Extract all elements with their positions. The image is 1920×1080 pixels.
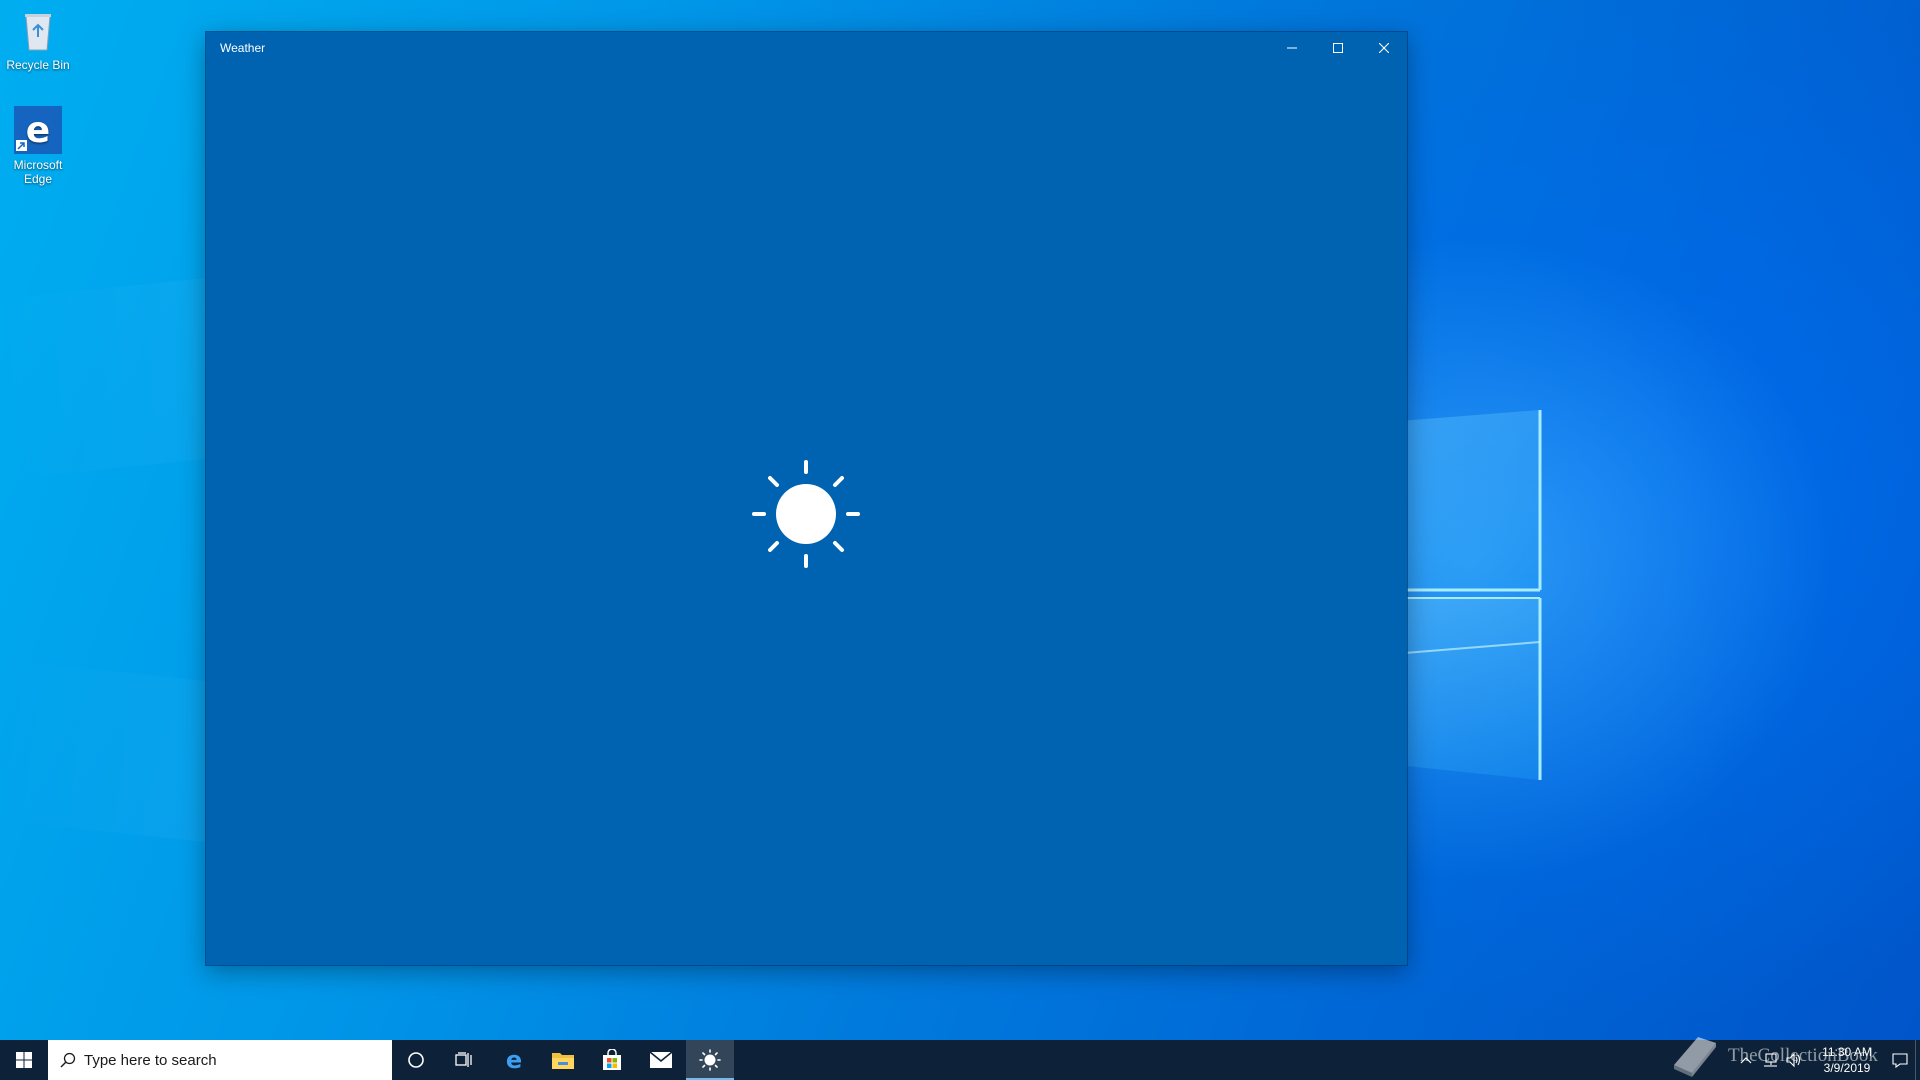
desktop-icon-recycle-bin[interactable]: Recycle Bin bbox=[0, 6, 76, 72]
task-view-icon bbox=[455, 1052, 472, 1067]
sun-icon bbox=[699, 1049, 721, 1071]
taskbar-task-view-button[interactable] bbox=[440, 1040, 488, 1080]
taskbar-store-button[interactable] bbox=[588, 1040, 636, 1080]
search-icon bbox=[60, 1052, 76, 1068]
desktop-icon-label: Microsoft Edge bbox=[13, 158, 63, 186]
desktop-icon-microsoft-edge[interactable]: e Microsoft Edge bbox=[0, 106, 76, 186]
recycle-bin-icon bbox=[14, 6, 62, 54]
taskbar-edge-button[interactable]: e bbox=[490, 1040, 538, 1080]
folder-icon bbox=[552, 1053, 574, 1069]
svg-text:e: e bbox=[506, 1048, 522, 1072]
search-box[interactable] bbox=[48, 1040, 392, 1080]
edge-icon: e bbox=[14, 106, 62, 154]
cortana-circle-icon bbox=[408, 1052, 424, 1068]
start-button[interactable] bbox=[0, 1040, 48, 1080]
close-icon bbox=[1379, 43, 1389, 53]
windows-start-icon bbox=[16, 1052, 32, 1068]
title-bar[interactable]: Weather bbox=[206, 32, 1407, 64]
taskbar: e bbox=[0, 1040, 1920, 1080]
close-button[interactable] bbox=[1361, 32, 1407, 64]
minimize-button[interactable] bbox=[1269, 32, 1315, 64]
book-icon bbox=[1674, 1037, 1716, 1077]
minimize-icon bbox=[1287, 47, 1297, 49]
taskbar-weather-button[interactable] bbox=[686, 1040, 734, 1080]
edge-icon: e bbox=[506, 1048, 522, 1072]
window-title: Weather bbox=[220, 41, 266, 55]
weather-app-window[interactable]: Weather bbox=[206, 32, 1407, 965]
sun-icon bbox=[752, 460, 860, 568]
taskbar-cortana-button[interactable] bbox=[392, 1040, 440, 1080]
taskbar-mail-button[interactable] bbox=[637, 1040, 685, 1080]
maximize-button[interactable] bbox=[1315, 32, 1361, 64]
store-bag-icon bbox=[603, 1049, 621, 1070]
svg-text:e: e bbox=[26, 110, 50, 151]
mail-icon bbox=[649, 1051, 673, 1068]
taskbar-file-explorer-button[interactable] bbox=[539, 1040, 587, 1080]
search-input[interactable] bbox=[84, 1051, 364, 1069]
maximize-icon bbox=[1333, 43, 1343, 53]
watermark: TheCollectionBook bbox=[1668, 1032, 1920, 1080]
desktop-icon-label: Recycle Bin bbox=[6, 58, 70, 72]
watermark-text: TheCollectionBook bbox=[1728, 1045, 1878, 1066]
